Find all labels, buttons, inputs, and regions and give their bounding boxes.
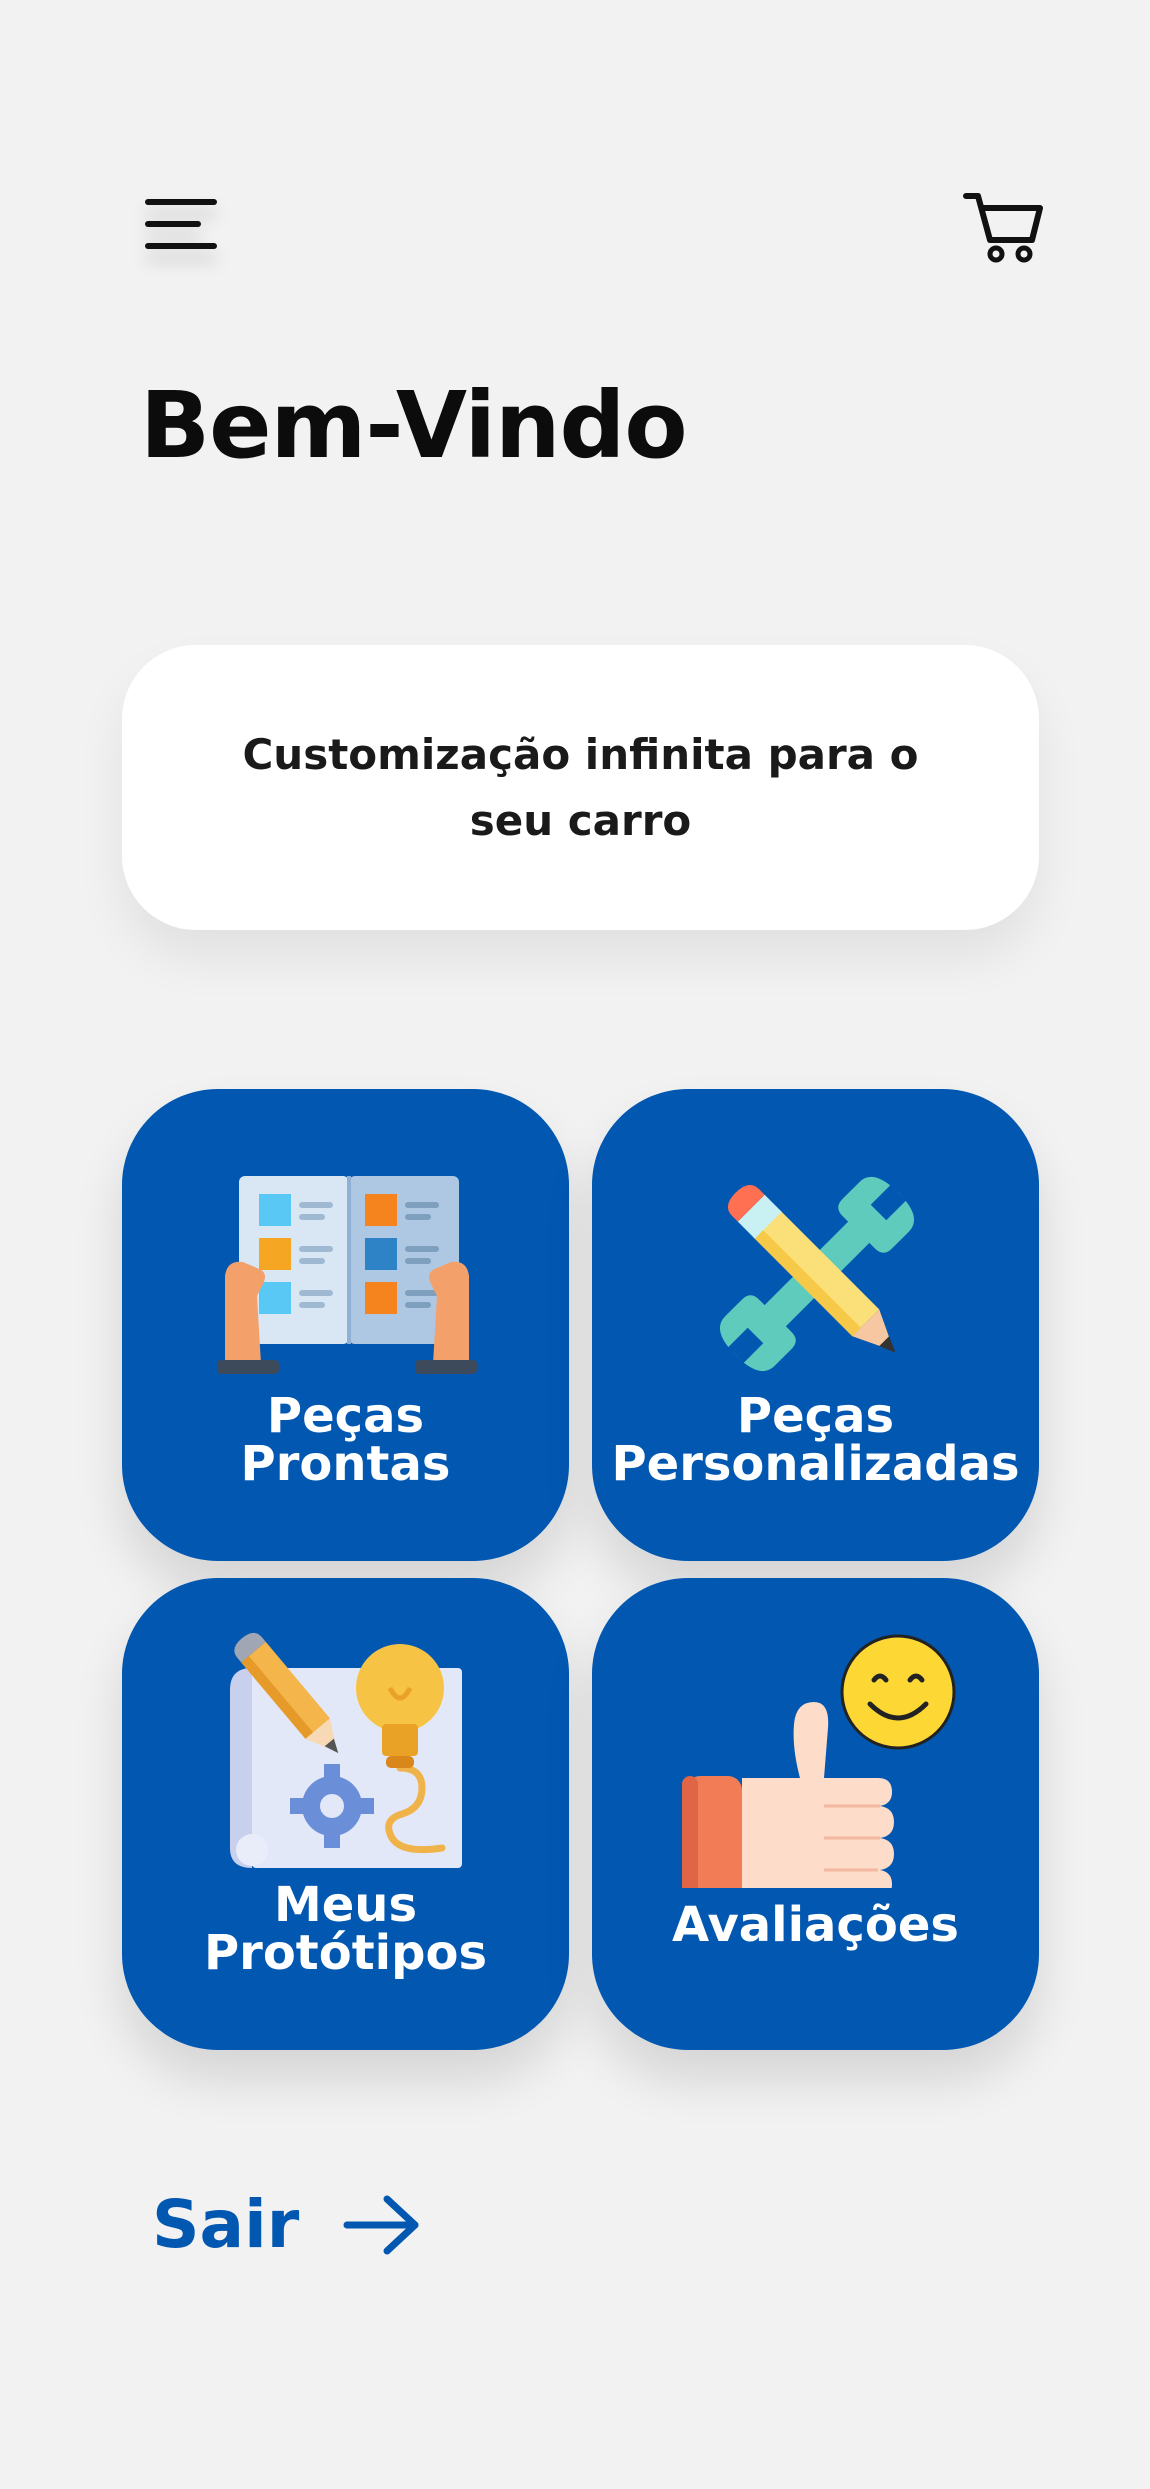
tile-label-line2: Protótipos — [203, 1925, 488, 1981]
blueprint-idea-icon — [230, 1632, 462, 1868]
tile-pecas-personalizadas[interactable]: Peças Personalizadas — [592, 1089, 1039, 1561]
logout-button[interactable]: Sair — [152, 2180, 423, 2270]
arrow-right-icon — [343, 2195, 419, 2255]
tagline-text: Customização infinita para o seu carro — [242, 729, 919, 845]
page-title: Bem-Vindo — [140, 372, 688, 479]
wrench-pencil-icon — [719, 1176, 915, 1372]
shopping-cart-icon — [963, 193, 1043, 263]
tile-label-line1: Peças — [736, 1388, 895, 1444]
tile-label-line2: Personalizadas — [611, 1436, 1020, 1492]
tile-label-line1: Peças — [266, 1388, 425, 1444]
cart-button[interactable] — [962, 190, 1044, 266]
tile-label-line1: Meus — [273, 1877, 418, 1933]
tile-avaliacoes[interactable]: Avaliações — [592, 1578, 1039, 2050]
tile-meus-prototipos[interactable]: Meus Protótipos — [122, 1578, 569, 2050]
tile-label-line2: Prontas — [240, 1436, 451, 1492]
menu-button[interactable] — [140, 190, 220, 260]
tile-label: Avaliações — [672, 1897, 959, 1953]
logout-label: Sair — [152, 2186, 300, 2263]
catalog-book-icon — [217, 1176, 477, 1374]
tagline-card: Customização infinita para o seu carro — [122, 645, 1039, 930]
tile-pecas-prontas[interactable]: Peças Prontas — [122, 1089, 569, 1561]
thumbs-up-smiley-icon — [682, 1634, 956, 1888]
hamburger-menu-icon — [145, 199, 217, 249]
